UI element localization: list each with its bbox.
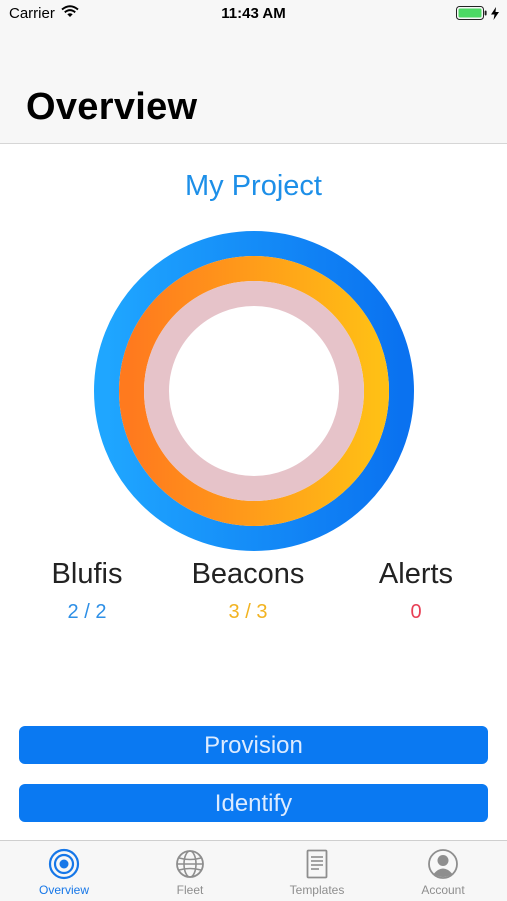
alerts-label: Alerts [378, 558, 454, 590]
tab-templates[interactable]: Templates [254, 841, 380, 901]
navigation-bar: Overview [0, 28, 507, 144]
blufis-value: 2 / 2 [67, 601, 107, 623]
alerts-value: 0 [410, 601, 422, 623]
tab-bar: Overview Fleet Templates Account [0, 840, 507, 901]
document-icon [306, 849, 328, 879]
project-title: My Project [185, 170, 322, 202]
tab-overview[interactable]: Overview [1, 841, 127, 901]
beacons-value: 3 / 3 [228, 601, 268, 623]
identify-button[interactable]: Identify [19, 784, 488, 822]
blufis-label: Blufis [51, 558, 123, 590]
beacons-label: Beacons [191, 558, 305, 590]
page-title: Overview [26, 86, 198, 128]
tab-fleet-label: Fleet [176, 883, 204, 897]
alerts-stat: Alerts 0 [336, 558, 496, 624]
provision-button[interactable]: Provision [19, 726, 488, 764]
beacons-stat: Beacons 3 / 3 [168, 558, 328, 624]
status-time: 11:43 AM [221, 5, 286, 22]
tab-account-label: Account [421, 883, 465, 897]
status-right [456, 6, 499, 25]
alerts-ring [144, 281, 364, 501]
charging-bolt-icon [491, 6, 499, 25]
blufis-stat: Blufis 2 / 2 [7, 558, 167, 624]
target-icon [48, 848, 80, 880]
tab-overview-label: Overview [38, 883, 89, 897]
status-rings [94, 231, 414, 551]
tab-templates-label: Templates [289, 883, 345, 897]
tab-fleet[interactable]: Fleet [127, 841, 253, 901]
tab-account[interactable]: Account [380, 841, 506, 901]
status-bar: Carrier 11:43 AM [0, 0, 507, 28]
globe-icon [176, 850, 204, 878]
user-icon [428, 849, 458, 879]
battery-icon [456, 6, 488, 25]
